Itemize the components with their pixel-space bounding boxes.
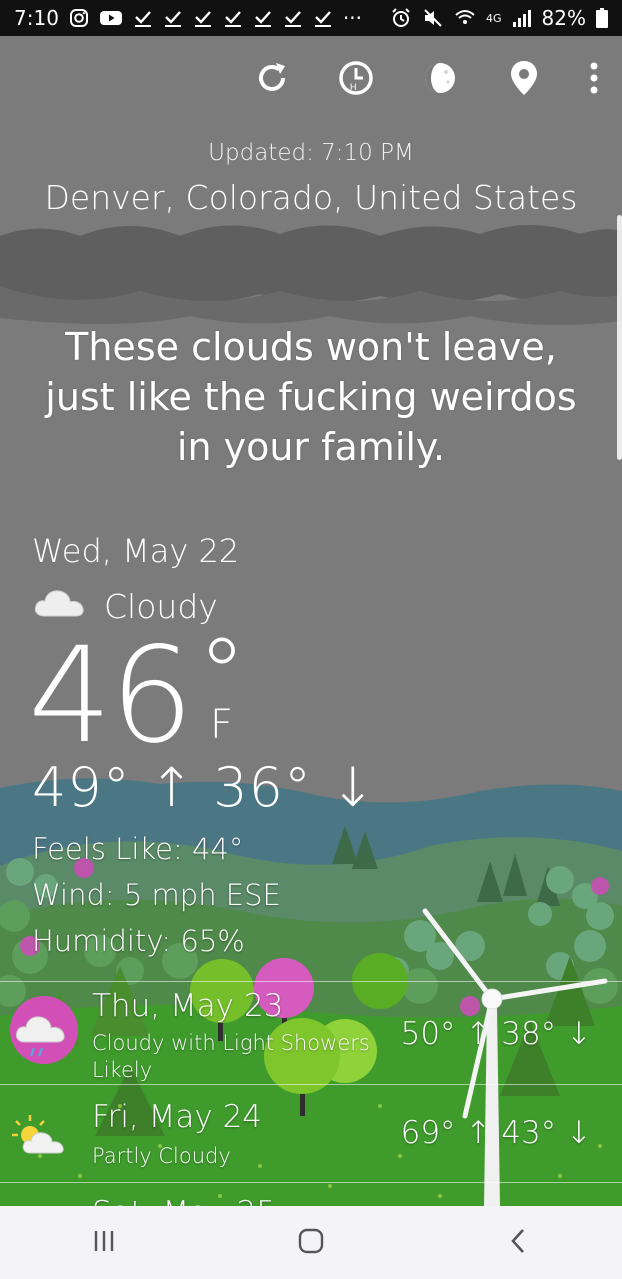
recents-icon [91,1229,117,1257]
quip-line: just like the fucking weirdos [45,375,577,419]
signal-icon [512,8,532,28]
network-type: 4G [486,11,502,25]
forecast-row[interactable]: Sat, May 25 [0,1182,622,1231]
cloud-rain-icon [10,990,82,1070]
check-icon [163,8,183,28]
check-icon [193,8,213,28]
forecast-condition: Cloudy with Light Showers Likely [92,1030,382,1084]
check-icon [223,8,243,28]
forecast-condition-line: Cloudy with Light Showers [92,1031,370,1055]
hourly-forecast-button[interactable]: H [314,56,398,100]
location-button[interactable] [482,56,566,100]
high-low: 49° ↑ 36° ↓ [32,756,377,819]
last-updated: Updated: 7:10 PM [208,140,414,166]
refresh-icon [252,58,292,98]
wind: Wind: 5 mph ESE [32,878,281,912]
feels-like: Feels Like: 44° [32,832,244,866]
back-button[interactable] [473,1213,563,1273]
instagram-icon [69,8,89,28]
forecast-day: Thu, May 23 [92,988,284,1024]
current-date: Wed, May 22 [32,532,240,570]
check-icon [133,8,153,28]
home-button[interactable] [266,1213,356,1273]
forecast-temps: 69° ↑ 43° ↓ [400,1115,592,1151]
status-time: 7:10 [14,6,59,30]
forecast-condition-line: Likely [92,1058,153,1082]
home-icon [297,1227,325,1259]
weather-quip: These clouds won't leave, just like the … [20,322,602,472]
moon-phase-button[interactable] [398,56,482,100]
battery-icon [596,8,608,28]
more-vert-icon [588,60,600,96]
status-overflow: ··· [342,6,362,30]
current-temperature-row: 46 ° F [28,619,246,773]
status-bar: 7:10 ··· 4G 82% [0,0,622,36]
wifi-icon [454,7,476,29]
refresh-button[interactable] [230,56,314,100]
toolbar: H [230,56,622,100]
temperature-unit[interactable]: F [210,702,233,748]
check-icon [253,8,273,28]
forecast-row[interactable]: Fri, May 24 Partly Cloudy 69° ↑ 43° ↓ [0,1084,622,1182]
check-icon [313,8,333,28]
location-pin-icon [504,58,544,98]
scrollbar[interactable] [617,215,622,460]
alarm-icon [390,7,412,29]
forecast-condition: Partly Cloudy [92,1143,382,1170]
forecast-condition-line: Partly Cloudy [92,1144,231,1168]
navigation-bar [0,1206,622,1279]
recents-button[interactable] [59,1213,149,1273]
hourly-clock-icon: H [336,58,376,98]
moon-phase-icon [420,58,460,98]
quip-line: These clouds won't leave, [65,325,557,369]
forecast-temps: 50° ↑ 38° ↓ [400,1016,592,1052]
forecast-day: Fri, May 24 [92,1099,263,1135]
humidity: Humidity: 65% [32,924,245,958]
quip-line: in your family. [176,425,446,469]
svg-text:H: H [350,82,357,92]
location-name[interactable]: Denver, Colorado, United States [0,178,622,217]
check-icon [283,8,303,28]
current-temperature: 46 [28,619,194,773]
current-details: Feels Like: 44° Wind: 5 mph ESE Humidity… [32,826,281,964]
partly-cloudy-icon [10,1113,76,1161]
battery-percent: 82% [541,6,586,30]
mute-icon [422,7,444,29]
back-icon [508,1227,528,1259]
youtube-icon [99,9,123,27]
forecast-row[interactable]: Thu, May 23 Cloudy with Light Showers Li… [0,981,622,1084]
more-options-button[interactable] [566,56,622,100]
